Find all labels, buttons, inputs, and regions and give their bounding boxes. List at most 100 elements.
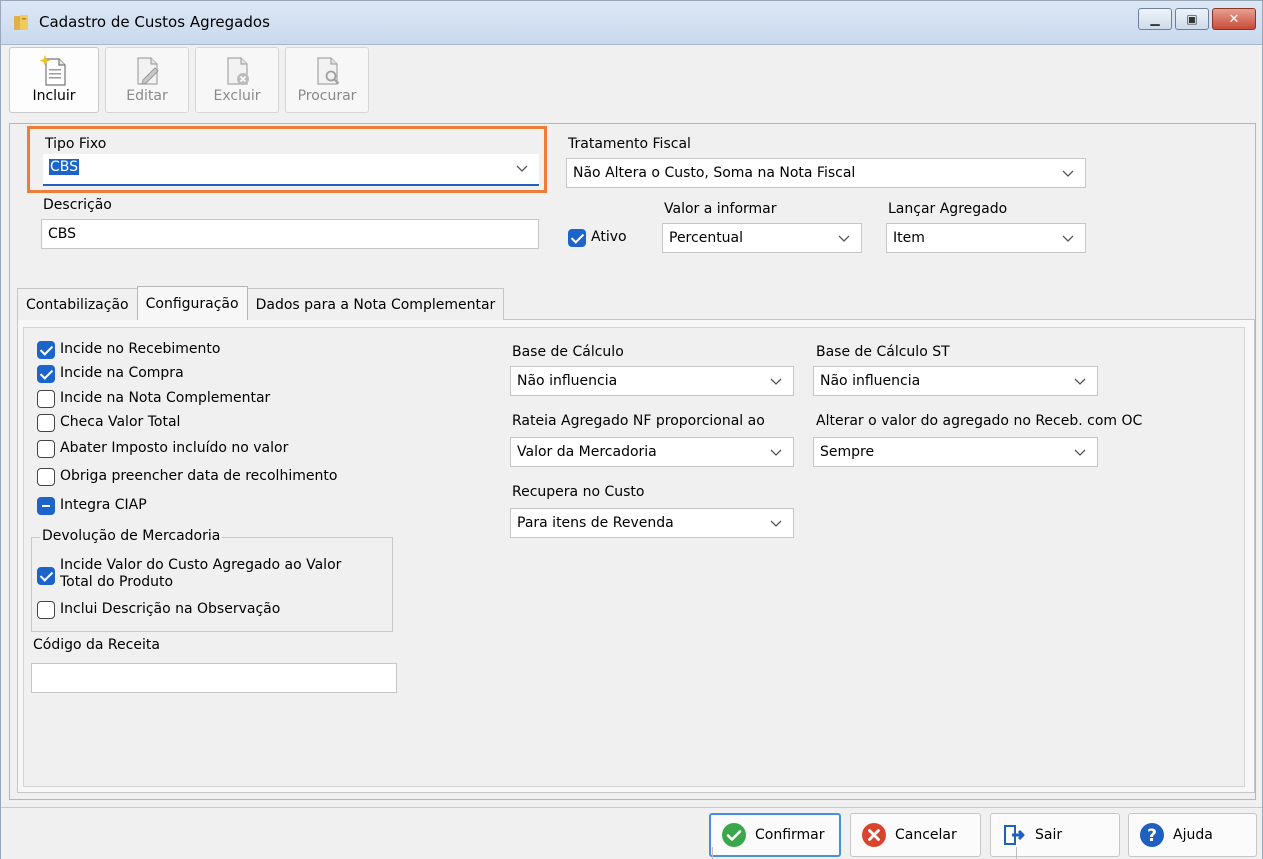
integra-ciap-checkbox[interactable]: Integra CIAP [37, 497, 147, 515]
editar-button[interactable]: Editar [105, 47, 189, 113]
maximize-button[interactable]: ▣ [1175, 8, 1209, 30]
recupera-custo-select[interactable]: Para itens de Revenda [510, 508, 794, 538]
unchecked-box-icon [37, 468, 55, 486]
procurar-label: Procurar [297, 88, 357, 104]
alterar-valor-label: Alterar o valor do agregado no Receb. co… [816, 413, 1143, 429]
devolucao-group-title: Devolução de Mercadoria [40, 528, 223, 544]
recupera-custo-label: Recupera no Custo [512, 484, 645, 500]
abater-imposto-label: Abater Imposto incluído no valor [60, 440, 289, 456]
check-icon [37, 365, 55, 383]
chevron-down-icon [1062, 235, 1074, 242]
toolbar: Incluir Editar Excluir Procurar [9, 47, 369, 115]
chevron-down-icon [770, 378, 782, 385]
inclui-descricao-checkbox[interactable]: Inclui Descrição na Observação [37, 601, 280, 619]
descricao-input[interactable]: CBS [41, 219, 539, 249]
tipo-fixo-value: CBS [49, 159, 80, 175]
tab-strip: Contabilização Configuração Dados para a… [17, 286, 505, 320]
unchecked-box-icon [37, 601, 55, 619]
ativo-label: Ativo [591, 229, 627, 245]
ajuda-label: Ajuda [1173, 827, 1213, 843]
minimize-button[interactable]: ▁ [1138, 8, 1172, 30]
close-window-button[interactable]: ✕ [1212, 8, 1256, 30]
chevron-down-icon [1074, 378, 1086, 385]
recupera-custo-value: Para itens de Revenda [517, 515, 674, 531]
base-calculo-value: Não influencia [517, 373, 618, 389]
chevron-down-icon [516, 165, 528, 172]
base-calculo-st-value: Não influencia [820, 373, 921, 389]
valor-a-informar-value: Percentual [669, 230, 744, 246]
checa-valor-total-checkbox[interactable]: Checa Valor Total [37, 414, 180, 432]
base-calculo-st-select[interactable]: Não influencia [813, 366, 1098, 396]
alterar-valor-select[interactable]: Sempre [813, 437, 1098, 467]
tipo-fixo-label: Tipo Fixo [45, 136, 107, 152]
excluir-button[interactable]: Excluir [195, 47, 279, 113]
incide-nota-complementar-label: Incide na Nota Complementar [60, 390, 271, 406]
inclui-descricao-label: Inclui Descrição na Observação [60, 601, 281, 617]
cancelar-button[interactable]: Cancelar [850, 813, 981, 857]
incide-nota-complementar-checkbox[interactable]: Incide na Nota Complementar [37, 390, 270, 408]
chevron-down-icon [770, 520, 782, 527]
check-icon [37, 567, 55, 585]
lancar-agregado-value: Item [893, 230, 925, 246]
codigo-receita-label: Código da Receita [33, 637, 160, 653]
incide-compra-label: Incide na Compra [60, 365, 184, 381]
maximize-icon: ▣ [1186, 12, 1198, 26]
rateia-value: Valor da Mercadoria [517, 444, 657, 460]
base-calculo-label: Base de Cálculo [512, 344, 624, 360]
edit-document-icon [137, 57, 159, 85]
window-title: Cadastro de Custos Agregados [39, 13, 270, 31]
sair-label: Sair [1035, 827, 1063, 843]
indeterminate-icon [37, 497, 55, 515]
tab-dados-nota-complementar[interactable]: Dados para a Nota Complementar [246, 288, 505, 320]
codigo-receita-input[interactable] [31, 663, 397, 693]
rateia-select[interactable]: Valor da Mercadoria [510, 437, 794, 467]
cancel-circle-icon [862, 823, 886, 847]
svg-text:?: ? [1147, 826, 1157, 846]
unchecked-box-icon [37, 390, 55, 408]
delete-document-icon [227, 57, 249, 85]
rateia-label: Rateia Agregado NF proporcional ao [512, 413, 765, 429]
status-divider [1016, 847, 1017, 859]
descricao-value: CBS [48, 226, 77, 242]
confirmar-button[interactable]: Confirmar [709, 813, 841, 857]
checa-valor-total-label: Checa Valor Total [60, 414, 181, 430]
chevron-down-icon [838, 235, 850, 242]
unchecked-box-icon [37, 414, 55, 432]
incluir-button[interactable]: Incluir [9, 47, 99, 113]
editar-label: Editar [126, 88, 168, 104]
incide-recebimento-checkbox[interactable]: Incide no Recebimento [37, 341, 220, 359]
ativo-checkbox[interactable]: Ativo [568, 229, 627, 247]
app-icon [14, 15, 28, 30]
minimize-icon: ▁ [1150, 12, 1160, 26]
new-document-icon [39, 55, 66, 86]
tratamento-fiscal-value: Não Altera o Custo, Soma na Nota Fiscal [573, 165, 856, 181]
incide-compra-checkbox[interactable]: Incide na Compra [37, 365, 184, 383]
excluir-label: Excluir [213, 88, 261, 104]
status-divider [712, 847, 713, 859]
ativo-check-icon [568, 229, 586, 247]
ajuda-button[interactable]: ? Ajuda [1128, 813, 1257, 857]
check-circle-icon [722, 823, 746, 847]
tratamento-fiscal-select[interactable]: Não Altera o Custo, Soma na Nota Fiscal [566, 158, 1086, 188]
tab-configuracao[interactable]: Configuração [136, 286, 248, 320]
exit-door-icon [1004, 825, 1025, 845]
integra-ciap-label: Integra CIAP [60, 497, 147, 513]
cancelar-label: Cancelar [895, 827, 957, 843]
valor-a-informar-select[interactable]: Percentual [662, 223, 862, 253]
incide-recebimento-label: Incide no Recebimento [60, 341, 221, 357]
abater-imposto-checkbox[interactable]: Abater Imposto incluído no valor [37, 440, 288, 458]
chevron-down-icon [1074, 449, 1086, 456]
obriga-data-recolhimento-checkbox[interactable]: Obriga preencher data de recolhimento [37, 468, 337, 486]
base-calculo-select[interactable]: Não influencia [510, 366, 794, 396]
incluir-label: Incluir [32, 88, 76, 104]
tipo-fixo-select[interactable]: CBS [43, 154, 539, 186]
tratamento-fiscal-label: Tratamento Fiscal [568, 136, 691, 152]
incide-valor-custo-label-line2: Total do Produto [60, 574, 174, 590]
incide-valor-custo-checkbox[interactable]: Incide Valor do Custo Agregado ao Valor … [37, 557, 341, 591]
procurar-button[interactable]: Procurar [285, 47, 369, 113]
tab-contabilizacao[interactable]: Contabilização [17, 288, 138, 320]
sair-button[interactable]: Sair [990, 813, 1120, 857]
chevron-down-icon [1062, 170, 1074, 177]
lancar-agregado-label: Lançar Agregado [888, 201, 1008, 217]
lancar-agregado-select[interactable]: Item [886, 223, 1086, 253]
